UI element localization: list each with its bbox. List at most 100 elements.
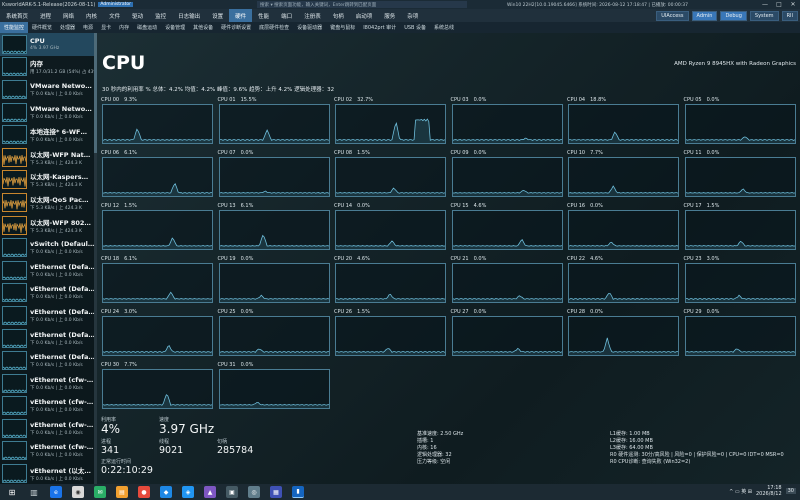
base-speed: 基准速度: 2.50 GHz [417, 431, 464, 437]
rl-button[interactable]: RII [781, 11, 798, 21]
system-tray: ^ ▭ 英 ⊞ 17:18 2026/8/12 30 [729, 485, 796, 497]
sub-tab[interactable]: 处理器 [56, 22, 79, 33]
core-usage: 4.6% [590, 256, 603, 262]
core-graph: CPU 13 6.1% [218, 203, 330, 253]
core-graph: CPU 25 0.0% [218, 309, 330, 359]
core-graph: CPU 11 0.0% [684, 150, 796, 200]
device-list-item[interactable]: VMware Netwo… 下 0.0 Kb/s | 上 0.0 Kb/s [0, 78, 97, 101]
menu-item[interactable]: 硬件 [229, 9, 253, 22]
system-button[interactable]: System [749, 11, 779, 21]
menu-item[interactable]: 进程 [34, 9, 57, 22]
maximize-button[interactable]: □ [772, 0, 786, 9]
device-list-item[interactable]: 以太网-Kaspers… 下 5.3 KB/s | 上 424.3 K [0, 169, 97, 192]
uiaccess-button[interactable]: UIAccess [656, 11, 689, 21]
menu-item[interactable]: 服务 [378, 9, 401, 22]
edge-browser-icon[interactable]: e [50, 486, 62, 498]
menu-item[interactable]: 设置 [206, 9, 229, 22]
device-list-item[interactable]: vEthernet (以太… 下 0.0 Kb/s | 上 0.0 Kb/s [0, 462, 97, 484]
sub-tab[interactable]: 性能监控 [0, 22, 29, 33]
device-stats: 下 0.0 Kb/s | 上 0.0 Kb/s [30, 272, 83, 278]
admin-button[interactable]: Admin [691, 11, 718, 21]
menu-item[interactable]: 内核 [80, 9, 103, 22]
folder-icon[interactable]: ▤ [116, 486, 128, 498]
close-button[interactable]: ✕ [786, 0, 800, 9]
menu-item[interactable]: 驱动 [126, 9, 149, 22]
device-list-item[interactable]: 以太网-QoS Pac… 下 5.3 KB/s | 上 424.3 K [0, 191, 97, 214]
device-list-item[interactable]: 以太网-WFP 802… 下 5.3 KB/s | 上 424.3 K [0, 214, 97, 237]
sub-tab[interactable]: 显卡 [97, 22, 115, 33]
device-list-item[interactable]: 以太网-WFP Nat… 下 5.3 KB/s | 上 424.3 K [0, 146, 97, 169]
device-list-item[interactable]: vEthernet (Defa… 下 0.0 Kb/s | 上 0.0 Kb/s [0, 304, 97, 327]
device-list-item[interactable]: vEthernet (cfw-… 下 0.0 Kb/s | 上 0.0 Kb/s [0, 395, 97, 418]
menu-item[interactable]: 杂项 [401, 9, 424, 22]
debug-button[interactable]: Debug [720, 11, 747, 21]
sub-tab[interactable]: 键盘与鼠标 [326, 22, 359, 33]
main-menu: 系统首页 进程 网络 内核 文件 驱动 监控 日志输出 设置 硬件 性能 端口 注册表 句柄 启动项 服务 杂项… [0, 9, 800, 22]
search-input[interactable]: 搜索 ▾ 搜索页面功能，输入关键词，Enter跳转到匹配页面 [257, 1, 468, 8]
device-list-scrollbar[interactable] [94, 33, 97, 484]
device-list-item[interactable]: vEthernet (cfw-… 下 0.0 Kb/s | 上 0.0 Kb/s [0, 372, 97, 395]
menu-item[interactable]: 性能 [252, 9, 275, 22]
menu-item[interactable]: 启动项 [350, 9, 379, 22]
menu-item[interactable]: 注册表 [298, 9, 327, 22]
r0-cpu-diagnostic: R0 CPU诊断: 查询失败 (Win32=2) [610, 459, 691, 465]
minimize-button[interactable]: — [758, 0, 772, 9]
sub-tab[interactable]: I8042prt 审计 [359, 22, 400, 33]
device-list-item[interactable]: vEthernet (Defa… 下 0.0 Kb/s | 上 0.0 Kb/s [0, 349, 97, 372]
app-icon[interactable]: ◎ [248, 486, 260, 498]
device-mini-graph [2, 57, 27, 77]
sub-tab[interactable]: 磁盘运动 [133, 22, 161, 33]
core-graph: CPU 03 0.0% [451, 97, 563, 147]
tray-icons[interactable]: ^ ▭ 英 ⊞ [729, 488, 752, 495]
wechat-icon[interactable]: ✉ [94, 486, 106, 498]
app-icon[interactable]: ▦ [270, 486, 282, 498]
menu-item[interactable]: 日志输出 [172, 9, 206, 22]
sub-tab[interactable]: 系统总线 [430, 22, 458, 33]
core-usage-graph [218, 104, 330, 144]
sub-tab[interactable]: 硬件诊断设置 [217, 22, 255, 33]
device-list-item[interactable]: CPU 4% 3.97 GHz [0, 33, 97, 56]
menu-item[interactable]: 文件 [103, 9, 126, 22]
device-list-item[interactable]: vEthernet (Defa… 下 0.0 Kb/s | 上 0.0 Kb/s [0, 259, 97, 282]
app-icon[interactable]: ▣ [226, 486, 238, 498]
clock[interactable]: 17:18 2026/8/12 [756, 485, 782, 497]
menu-item[interactable]: 网络 [57, 9, 80, 22]
device-list-item[interactable]: vEthernet (cfw-… 下 0.0 Kb/s | 上 0.0 Kb/s [0, 440, 97, 463]
sub-tab[interactable]: 其他设备 [189, 22, 217, 33]
sub-tab[interactable]: USB 设备 [400, 22, 430, 33]
app-icon[interactable]: ▲ [204, 486, 216, 498]
menu-item[interactable]: 端口 [275, 9, 298, 22]
device-list-item[interactable]: 本地连接* 6-WF… 下 0.0 Kb/s | 上 0.0 Kb/s [0, 123, 97, 146]
core-usage: 6.1% [124, 150, 137, 156]
scrollbar-thumb[interactable] [94, 33, 97, 153]
task-view-icon[interactable]: ▥ [28, 486, 40, 498]
menu-item[interactable]: 系统首页 [0, 9, 34, 22]
app-icon[interactable]: ● [138, 486, 150, 498]
core-graph: CPU 19 0.0% [218, 256, 330, 306]
device-list-item[interactable]: vSwitch (Defaul… 下 0.0 Kb/s | 上 0.0 Kb/s [0, 236, 97, 259]
menu-item[interactable]: 句柄 [327, 9, 350, 22]
sub-tab[interactable]: 硬件概览 [28, 22, 56, 33]
device-mini-graph [2, 34, 27, 54]
app-icon[interactable]: ◆ [160, 486, 172, 498]
notification-count[interactable]: 30 [785, 488, 796, 494]
start-icon[interactable]: ⊞ [6, 486, 18, 498]
device-list-item[interactable]: vEthernet (Defa… 下 0.0 Kb/s | 上 0.0 Kb/s [0, 282, 97, 305]
core-usage-graph [335, 316, 446, 356]
device-list-item[interactable]: VMware Netwo… 下 0.0 Kb/s | 上 0.0 Kb/s [0, 101, 97, 124]
ksworld-ark-icon[interactable]: ▮ [292, 486, 304, 498]
device-list-item[interactable]: vEthernet (cfw-… 下 0.0 Kb/s | 上 0.0 Kb/s [0, 417, 97, 440]
sub-tab[interactable]: 底层硬件检查 [255, 22, 293, 33]
menu-item[interactable]: 监控 [149, 9, 172, 22]
sub-tab[interactable]: 设备管理 [161, 22, 189, 33]
device-name: vEthernet (以太… [30, 467, 91, 476]
core-label: CPU 04 18.8% [567, 97, 606, 103]
device-list-item[interactable]: vEthernet (Defa… 下 0.0 Kb/s | 上 0.0 Kb/s [0, 327, 97, 350]
app-icon[interactable]: ◈ [182, 486, 194, 498]
device-list-item[interactable]: 内存用 17.0/31.2 GB (54%) 占 43% [0, 56, 97, 79]
sub-tab[interactable]: 电源 [79, 22, 97, 33]
sub-tab[interactable]: 设备驱动器 [293, 22, 326, 33]
handle-value: 285784 [217, 445, 254, 456]
sub-tab[interactable]: 内存 [115, 22, 133, 33]
app-icon[interactable]: ◉ [72, 486, 84, 498]
